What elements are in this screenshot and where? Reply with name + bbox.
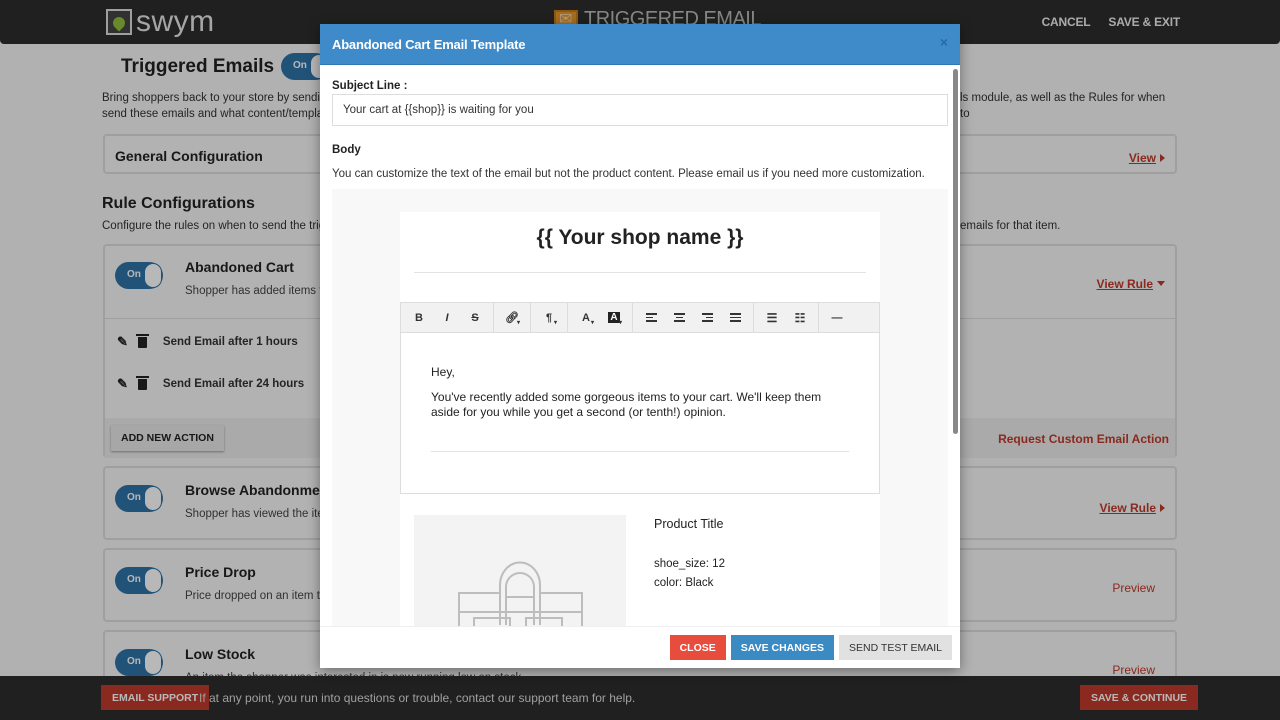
align-right-button[interactable] bbox=[693, 303, 721, 333]
dropdown-caret-icon: ▾ bbox=[590, 319, 594, 326]
email-sheet: {{ Your shop name }} B I S 🔗︎ ▾ ¶ ▾ A ▾ … bbox=[400, 212, 880, 626]
save-changes-button[interactable]: SAVE CHANGES bbox=[730, 635, 835, 660]
justify-button[interactable] bbox=[721, 303, 749, 333]
align-right-icon bbox=[701, 313, 713, 322]
subject-input[interactable] bbox=[332, 94, 948, 126]
justify-icon bbox=[729, 313, 741, 322]
align-center-icon bbox=[673, 313, 685, 322]
paragraph-button[interactable]: ¶ ▾ bbox=[535, 303, 563, 333]
dropdown-caret-icon: ▾ bbox=[618, 319, 622, 326]
send-test-email-button[interactable]: SEND TEST EMAIL bbox=[839, 635, 952, 660]
tb-group-link: 🔗︎ ▾ bbox=[494, 302, 531, 333]
background-color-button[interactable]: A ▾ bbox=[600, 303, 628, 333]
modal-header: Abandoned Cart Email Template × bbox=[320, 24, 960, 65]
numbered-list-button[interactable]: ☷ bbox=[786, 303, 814, 333]
dropdown-caret-icon: ▾ bbox=[553, 319, 557, 326]
tb-group-hr: — bbox=[819, 303, 855, 333]
product-attribute: shoe_size: 12 bbox=[654, 558, 725, 570]
body-help-text: You can customize the text of the email … bbox=[332, 168, 925, 180]
font-color-button[interactable]: A ▾ bbox=[572, 303, 600, 333]
email-greeting: Hey, bbox=[431, 365, 455, 379]
shop-name: {{ Your shop name }} bbox=[536, 226, 744, 249]
modal-body: Subject Line : Body You can customize th… bbox=[320, 65, 960, 626]
bullet-list-button[interactable]: ☰ bbox=[758, 303, 786, 333]
tb-group-color: A ▾ A ▾ bbox=[568, 302, 633, 333]
close-button[interactable]: CLOSE bbox=[669, 635, 726, 660]
tb-group-paragraph: ¶ ▾ bbox=[531, 302, 568, 333]
bullet-list-icon: ☰ bbox=[766, 310, 778, 325]
dropdown-caret-icon: ▾ bbox=[516, 319, 520, 326]
divider bbox=[431, 451, 849, 452]
editor-toolbar: B I S 🔗︎ ▾ ¶ ▾ A ▾ A ▾ ☰ ☷ — bbox=[401, 302, 879, 333]
italic-button[interactable]: I bbox=[433, 303, 461, 333]
shopping-bag-icon bbox=[458, 561, 583, 626]
rich-text-editor: B I S 🔗︎ ▾ ¶ ▾ A ▾ A ▾ ☰ ☷ — Hey, You've… bbox=[400, 302, 880, 494]
product-title: Product Title bbox=[654, 517, 724, 531]
body-label: Body bbox=[332, 144, 361, 156]
align-left-icon bbox=[645, 313, 657, 322]
modal-title: Abandoned Cart Email Template bbox=[332, 37, 526, 52]
bold-button[interactable]: B bbox=[405, 303, 433, 333]
numbered-list-icon: ☷ bbox=[794, 310, 806, 325]
link-button[interactable]: 🔗︎ ▾ bbox=[498, 303, 526, 333]
email-message: You've recently added some gorgeous item… bbox=[431, 389, 822, 420]
background-color-icon: A bbox=[608, 312, 620, 323]
email-preview-canvas: {{ Your shop name }} B I S 🔗︎ ▾ ¶ ▾ A ▾ … bbox=[332, 189, 948, 626]
align-center-button[interactable] bbox=[665, 303, 693, 333]
divider bbox=[414, 272, 866, 273]
email-template-modal: Abandoned Cart Email Template × Subject … bbox=[320, 24, 960, 668]
modal-footer: CLOSE SAVE CHANGES SEND TEST EMAIL bbox=[320, 626, 960, 668]
editor-content[interactable]: Hey, You've recently added some gorgeous… bbox=[401, 333, 879, 421]
close-icon[interactable]: × bbox=[940, 34, 948, 50]
tb-group-format: B I S bbox=[401, 302, 494, 333]
paragraph-icon: ¶ bbox=[545, 311, 553, 324]
align-left-button[interactable] bbox=[637, 303, 665, 333]
font-color-icon: A bbox=[582, 311, 590, 324]
strikethrough-button[interactable]: S bbox=[461, 303, 489, 333]
horizontal-rule-button[interactable]: — bbox=[823, 303, 851, 333]
subject-label: Subject Line : bbox=[332, 80, 408, 92]
modal-scrollbar[interactable] bbox=[953, 69, 958, 434]
tb-group-align bbox=[633, 302, 754, 333]
product-image-placeholder bbox=[414, 515, 626, 626]
tb-group-lists: ☰ ☷ bbox=[754, 302, 819, 333]
product-attribute: color: Black bbox=[654, 577, 714, 589]
